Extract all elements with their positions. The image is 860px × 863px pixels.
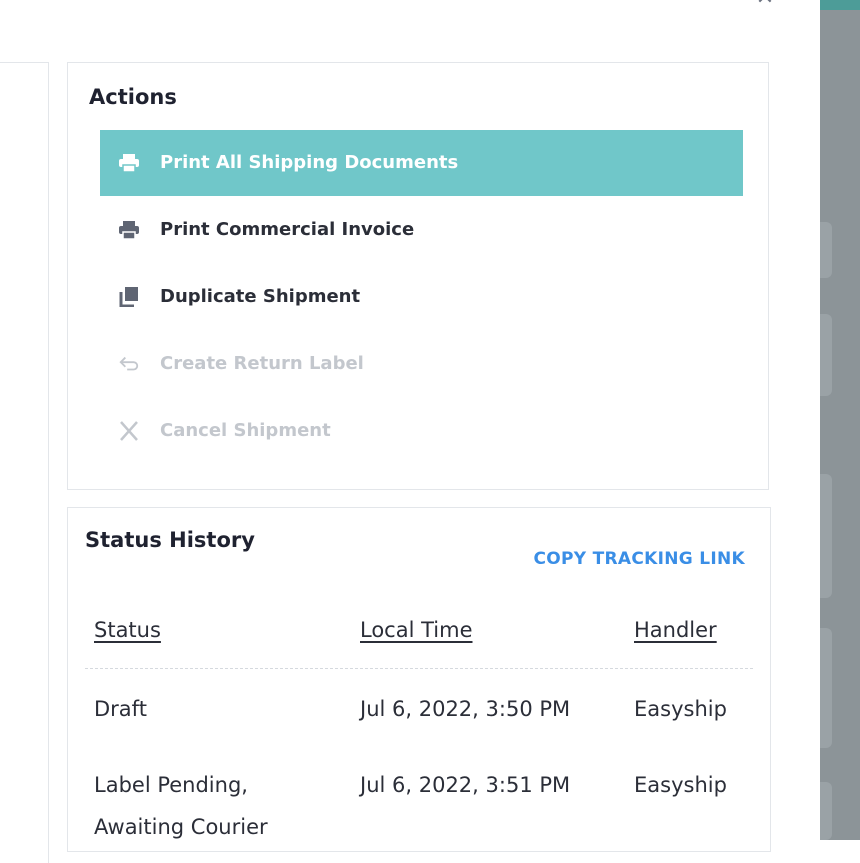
status-cell: Label Pending, <box>94 773 248 797</box>
close-icon[interactable]: ✕ <box>752 0 778 6</box>
backdrop-header-strip <box>820 0 860 10</box>
handler-cell: Easyship <box>634 697 727 721</box>
printer-icon <box>118 153 140 173</box>
close-icon <box>118 421 140 441</box>
action-label: Print All Shipping Documents <box>160 152 459 173</box>
action-label: Duplicate Shipment <box>160 286 361 307</box>
copy-tracking-link[interactable]: COPY TRACKING LINK <box>534 549 746 569</box>
print-commercial-invoice-button[interactable]: Print Commercial Invoice <box>100 197 743 263</box>
table-divider <box>85 668 753 669</box>
backdrop-element <box>820 222 832 278</box>
actions-title: Actions <box>89 85 177 109</box>
backdrop-element <box>820 314 832 396</box>
status-history-card: Status History COPY TRACKING LINK Status… <box>67 507 771 852</box>
column-header-local-time[interactable]: Local Time <box>360 618 473 642</box>
create-return-label-button[interactable]: Create Return Label <box>100 331 743 397</box>
time-cell: Jul 6, 2022, 3:50 PM <box>360 697 571 721</box>
action-label: Print Commercial Invoice <box>160 219 415 240</box>
backdrop-element <box>820 474 832 598</box>
column-header-status[interactable]: Status <box>94 618 161 642</box>
duplicate-icon <box>118 287 140 308</box>
print-all-documents-button[interactable]: Print All Shipping Documents <box>100 130 743 196</box>
return-arrow-icon <box>118 354 140 374</box>
column-header-handler[interactable]: Handler <box>634 618 717 642</box>
status-cell-line2: Awaiting Courier <box>94 815 268 839</box>
action-label: Create Return Label <box>160 353 364 374</box>
backdrop-element <box>820 782 832 840</box>
cancel-shipment-button[interactable]: Cancel Shipment <box>100 398 743 464</box>
duplicate-shipment-button[interactable]: Duplicate Shipment <box>100 264 743 330</box>
time-cell: Jul 6, 2022, 3:51 PM <box>360 773 571 797</box>
actions-card: Actions Print All Shipping Documents Pri… <box>67 62 769 490</box>
status-history-title: Status History <box>85 528 255 552</box>
status-cell: Draft <box>94 697 147 721</box>
backdrop-element <box>820 628 832 748</box>
left-panel <box>0 62 49 863</box>
handler-cell: Easyship <box>634 773 727 797</box>
printer-icon <box>118 220 140 240</box>
action-label: Cancel Shipment <box>160 420 331 441</box>
